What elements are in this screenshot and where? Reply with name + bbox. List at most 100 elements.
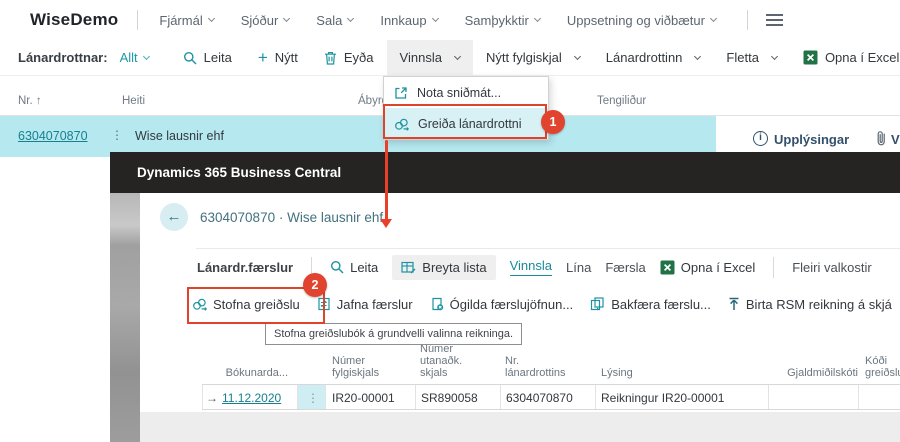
divider (773, 257, 774, 278)
nav-menu-sala[interactable]: Sala (316, 13, 353, 28)
reverse-entry-icon (590, 297, 605, 311)
column-header-posting-date[interactable]: Bókunarda... (222, 367, 288, 379)
annotation-step2-badge: 2 (303, 273, 327, 297)
active-row-arrow-icon: → (206, 391, 218, 405)
app-brand[interactable]: WiseDemo (30, 10, 118, 30)
app-window: WiseDemo Fjármál Sjóður Sala Innkaup Sam… (0, 0, 900, 442)
chevron-down-icon (534, 15, 541, 22)
nav-menu-fjarmal[interactable]: Fjármál (159, 13, 213, 28)
nav-menu-uppsetning[interactable]: Uppsetning og viðbætur (567, 13, 716, 28)
posting-date-link[interactable]: 11.12.2020 (222, 391, 281, 405)
annotation-box-step1 (383, 104, 547, 139)
vendor-table-row[interactable]: 6304070870 ⋮ Wise lausnir ehf (0, 116, 716, 157)
column-header-document-no[interactable]: Númerfylgiskjals (332, 355, 379, 379)
nav-menu-innkaup[interactable]: Innkaup (380, 13, 437, 28)
excel-icon (803, 50, 818, 65)
back-button[interactable]: ← (160, 203, 188, 231)
chevron-down-icon (574, 52, 581, 59)
modal-open-in-excel-button[interactable]: Opna í Excel (660, 260, 755, 275)
divider (747, 10, 748, 30)
show-rsm-invoice-button[interactable]: Birta RSM reikning á skjá (728, 297, 892, 312)
process-menu-button[interactable]: Vinnsla (387, 40, 473, 75)
annotation-arrowhead-icon (380, 219, 392, 228)
chevron-down-icon (432, 15, 439, 22)
trash-icon (324, 51, 337, 65)
unapply-entries-button[interactable]: Ógilda færslujöfnun... (430, 297, 574, 312)
template-icon (394, 86, 408, 100)
more-options-button[interactable]: Fleiri valkostir (792, 260, 871, 275)
annotation-box-step2 (187, 287, 325, 324)
modal-window-title: Dynamics 365 Business Central (137, 152, 341, 193)
column-header-payment-code[interactable]: Kóðigreiðslu (865, 355, 900, 379)
column-header-description[interactable]: Lýsing (601, 367, 633, 379)
info-icon: i (753, 131, 768, 146)
chevron-down-icon (771, 52, 778, 59)
apply-entries-button[interactable]: Jafna færslur (317, 297, 413, 312)
main-menu: Fjármál Sjóður Sala Innkaup Samþykktir U… (159, 13, 716, 28)
filter-dropdown[interactable]: Allt (120, 50, 149, 65)
chevron-down-icon (694, 52, 701, 59)
reverse-entry-button[interactable]: Bakfæra færslu... (590, 297, 711, 312)
modal-left-backdrop (110, 193, 140, 442)
description-cell[interactable]: Reikningur IR20-00001 (601, 391, 724, 405)
chevron-down-icon (143, 52, 150, 59)
chevron-down-icon (710, 15, 717, 22)
modal-line-menu[interactable]: Lína (566, 260, 591, 275)
divider (202, 409, 900, 410)
factbox-details-tab[interactable]: Upplýsingar (774, 132, 849, 147)
nav-menu-sjodur[interactable]: Sjóður (241, 13, 290, 28)
column-header-vendor-no[interactable]: Nr.lánardrottins (505, 355, 566, 379)
factbox-attachments-tab[interactable]: V (891, 132, 900, 147)
column-header-contact[interactable]: Tengiliður (597, 95, 646, 107)
column-header-no[interactable]: Nr. ↑ (18, 95, 42, 107)
chevron-down-icon (454, 52, 461, 59)
edit-list-icon (401, 261, 416, 274)
plus-icon: + (258, 49, 268, 66)
row-options-icon[interactable]: ⋮ (111, 128, 123, 142)
list-action-bar: Lánardrottnar: Allt Leita + Nýtt Eyða Vi… (0, 40, 900, 76)
open-in-excel-button[interactable]: Opna í Excel (790, 40, 900, 75)
divider (137, 10, 138, 30)
back-arrow-icon: ← (167, 208, 182, 225)
row-options-icon[interactable]: ⋮ (307, 391, 319, 405)
unapply-icon (430, 297, 444, 311)
column-header-name[interactable]: Heiti (122, 95, 145, 107)
search-icon (183, 51, 197, 65)
vendor-no-link[interactable]: 6304070870 (18, 129, 88, 143)
annotation-arrow-line (385, 140, 388, 220)
new-button[interactable]: + Nýtt (245, 40, 311, 75)
nav-menu-samthykktir[interactable]: Samþykktir (465, 13, 540, 28)
sort-ascending-icon: ↑ (36, 95, 42, 107)
vendor-menu-button[interactable]: Lánardrottinn (593, 40, 714, 75)
excel-icon (660, 260, 675, 275)
new-document-menu-button[interactable]: Nýtt fylgiskjal (473, 40, 593, 75)
tooltip: Stofna greiðslubók á grundvelli valinna … (265, 323, 522, 345)
delete-button[interactable]: Eyða (311, 40, 387, 75)
show-on-screen-icon (728, 297, 740, 311)
list-caption: Lánardrottnar: (18, 50, 108, 65)
modal-process-menu[interactable]: Vinnsla (510, 258, 552, 276)
chevron-down-icon (347, 15, 354, 22)
search-button[interactable]: Leita (170, 40, 245, 75)
vendor-name-cell: Wise lausnir ehf (135, 129, 224, 143)
hamburger-menu-icon[interactable] (766, 11, 790, 29)
paperclip-icon[interactable] (876, 130, 887, 147)
modal-list-caption: Lánardr.færslur (197, 260, 293, 275)
search-icon (330, 260, 344, 274)
column-header-currency-code[interactable]: Gjaldmiðilskóti (773, 367, 858, 379)
modal-entry-menu[interactable]: Færsla (605, 260, 645, 275)
vendor-no-cell[interactable]: 6304070870 (506, 391, 573, 405)
modal-title-bar: Dynamics 365 Business Central (110, 152, 900, 193)
chevron-down-icon (283, 15, 290, 22)
modal-search-button[interactable]: Leita (330, 260, 378, 275)
modal-toolbar: Lánardr.færslur Leita Breyta lista Vinns… (197, 249, 872, 285)
navigate-menu-button[interactable]: Fletta (713, 40, 790, 75)
external-doc-no-cell[interactable]: SR890058 (421, 391, 478, 405)
modal-page-title: 6304070870 · Wise lausnir ehf (200, 210, 383, 225)
column-header-external-doc-no[interactable]: Númerutanaðk.skjals (420, 343, 462, 379)
document-no-cell[interactable]: IR20-00001 (332, 391, 395, 405)
edit-list-button[interactable]: Breyta lista (392, 255, 495, 280)
annotation-step1-badge: 1 (541, 110, 565, 134)
grid-empty-area (140, 412, 900, 442)
chevron-down-icon (208, 15, 215, 22)
